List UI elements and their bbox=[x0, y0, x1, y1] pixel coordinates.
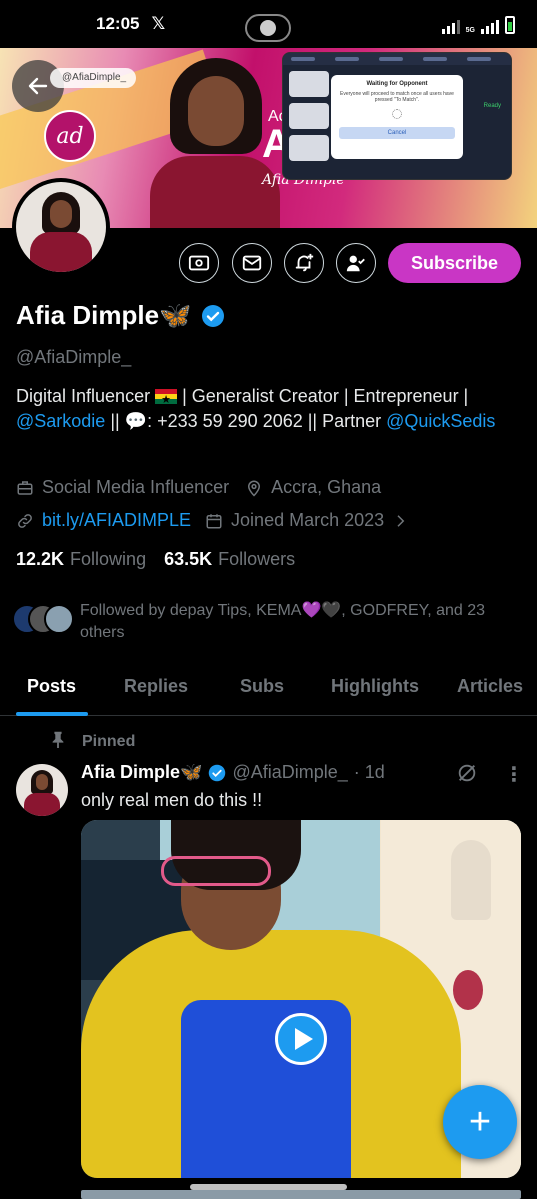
status-time: 12:05 bbox=[96, 14, 140, 33]
bio-text: Digital Influencer bbox=[16, 386, 156, 406]
post-time: · 1d bbox=[353, 762, 385, 782]
profile-tabs: Posts Replies Subs Highlights Articles bbox=[0, 666, 537, 716]
network-label: 5G bbox=[465, 27, 475, 34]
x-logo-icon: 𝕏 bbox=[151, 14, 166, 33]
header-handle-pill: @AfiaDimple_ bbox=[50, 68, 137, 88]
following-stat[interactable]: 12.2K Following bbox=[16, 549, 146, 570]
grok-icon[interactable] bbox=[456, 762, 478, 789]
home-indicator[interactable] bbox=[190, 1184, 347, 1190]
tip-money-button[interactable] bbox=[179, 243, 219, 283]
profile-meta-row-2: bit.ly/AFIADIMPLE Joined March 2023 bbox=[16, 510, 416, 531]
profile-meta-row-1: Social Media Influencer Accra, Ghana bbox=[16, 477, 381, 498]
pin-icon bbox=[50, 730, 66, 753]
chevron-right-icon[interactable] bbox=[394, 512, 408, 530]
bell-plus-icon bbox=[295, 253, 314, 272]
overlay-dialog-message: Everyone will proceed to match once all … bbox=[340, 91, 454, 103]
subscribe-button[interactable]: Subscribe bbox=[388, 243, 521, 283]
overlay-topbar bbox=[283, 53, 511, 65]
media-scene-plant bbox=[453, 970, 483, 1010]
profile-stats: 12.2K Following 63.5K Followers bbox=[16, 549, 295, 570]
avatar bbox=[44, 604, 74, 634]
verified-badge-icon bbox=[209, 764, 226, 781]
following-button[interactable] bbox=[336, 243, 376, 283]
profile-avatar[interactable] bbox=[12, 178, 110, 276]
status-bar: 12:05 𝕏 5G bbox=[0, 0, 537, 48]
battery-icon bbox=[505, 16, 515, 34]
profile-name: Afia Dimple🦋 bbox=[16, 300, 192, 330]
profile-bio: Digital Influencer | Generalist Creator … bbox=[16, 384, 521, 434]
ghana-flag-icon bbox=[155, 388, 178, 413]
bio-mention-sarkodie[interactable]: @Sarkodie bbox=[16, 411, 105, 431]
post-more-icon[interactable]: ⋮ bbox=[504, 762, 524, 787]
followers-stat[interactable]: 63.5K Followers bbox=[164, 549, 295, 570]
money-icon bbox=[188, 255, 210, 271]
game-overlay[interactable]: Waiting for Opponent Everyone will proce… bbox=[282, 52, 512, 180]
followed-by-text: Followed by depay Tips, KEMA💜🖤, GODFREY,… bbox=[80, 602, 486, 641]
overlay-menu-item bbox=[289, 135, 329, 161]
tab-replies[interactable]: Replies bbox=[124, 666, 188, 697]
banner-logo: ad bbox=[44, 110, 96, 162]
banner-portrait bbox=[150, 58, 280, 228]
arrow-left-icon bbox=[28, 77, 48, 95]
overlay-dialog-title: Waiting for Opponent bbox=[366, 81, 428, 87]
cell-signal-icon bbox=[481, 18, 499, 34]
next-post-peek bbox=[81, 1190, 521, 1199]
status-icons: 5G bbox=[441, 16, 515, 34]
overlay-ready-label: Ready bbox=[483, 103, 501, 109]
link-icon bbox=[16, 512, 34, 530]
post-header: Afia Dimple🦋 @AfiaDimple_ · 1d bbox=[81, 762, 385, 783]
envelope-icon bbox=[242, 255, 262, 271]
pinned-label-row: Pinned bbox=[50, 730, 135, 753]
profile-location: Accra, Ghana bbox=[271, 477, 382, 497]
following-count: 12.2K bbox=[16, 549, 65, 569]
profile-joined[interactable]: Joined March 2023 bbox=[231, 510, 384, 531]
active-tab-indicator bbox=[16, 712, 88, 716]
avatar bbox=[16, 182, 106, 272]
profile-name-row: Afia Dimple🦋 bbox=[16, 300, 225, 331]
overlay-menu-item bbox=[289, 103, 329, 129]
post-text: only real men do this !! bbox=[81, 790, 263, 810]
bio-text: | Generalist Creator | Entrepreneur | bbox=[177, 386, 469, 406]
tab-subs[interactable]: Subs bbox=[240, 666, 284, 697]
briefcase-icon bbox=[16, 479, 34, 497]
following-label: Following bbox=[70, 549, 147, 569]
overlay-cancel-button[interactable]: Cancel bbox=[339, 127, 455, 139]
media-scene-glasses bbox=[161, 856, 271, 886]
overlay-dialog: Waiting for Opponent Everyone will proce… bbox=[331, 75, 463, 159]
camera-pill bbox=[245, 14, 291, 42]
bio-mention-quicksedis[interactable]: @QuickSedis bbox=[386, 411, 495, 431]
bio-text: || 💬: +233 59 290 2062 || Partner bbox=[105, 411, 387, 431]
location-pin-icon bbox=[245, 479, 263, 497]
tab-articles[interactable]: Articles bbox=[457, 666, 523, 697]
followers-label: Followers bbox=[218, 549, 296, 569]
followed-by-avatars bbox=[12, 600, 76, 634]
calendar-icon bbox=[205, 512, 223, 530]
post-author-avatar[interactable] bbox=[16, 764, 68, 816]
verified-badge-icon[interactable] bbox=[201, 304, 225, 328]
overlay-menu-item bbox=[289, 71, 329, 97]
tab-highlights[interactable]: Highlights bbox=[331, 666, 419, 697]
message-button[interactable] bbox=[232, 243, 272, 283]
play-button[interactable] bbox=[275, 1013, 327, 1065]
profile-handle: @AfiaDimple_ bbox=[16, 347, 132, 367]
person-check-icon bbox=[346, 255, 365, 272]
profile-website-link[interactable]: bit.ly/AFIADIMPLE bbox=[42, 510, 191, 531]
post-author-name[interactable]: Afia Dimple🦋 bbox=[81, 762, 202, 783]
followed-by-row[interactable]: Followed by depay Tips, KEMA💜🖤, GODFREY,… bbox=[12, 600, 522, 644]
media-scene-dress bbox=[181, 1000, 351, 1178]
post-author-handle[interactable]: @AfiaDimple_ bbox=[232, 762, 347, 783]
wifi-signal-icon bbox=[441, 18, 460, 34]
compose-post-button[interactable]: + bbox=[443, 1085, 517, 1159]
notify-button[interactable] bbox=[284, 243, 324, 283]
pinned-label: Pinned bbox=[82, 732, 136, 750]
loading-spinner-icon bbox=[392, 109, 402, 119]
followers-count: 63.5K bbox=[164, 549, 213, 569]
profile-category: Social Media Influencer bbox=[42, 477, 230, 497]
tab-posts[interactable]: Posts bbox=[27, 666, 76, 697]
media-scene-lamp bbox=[451, 840, 491, 920]
